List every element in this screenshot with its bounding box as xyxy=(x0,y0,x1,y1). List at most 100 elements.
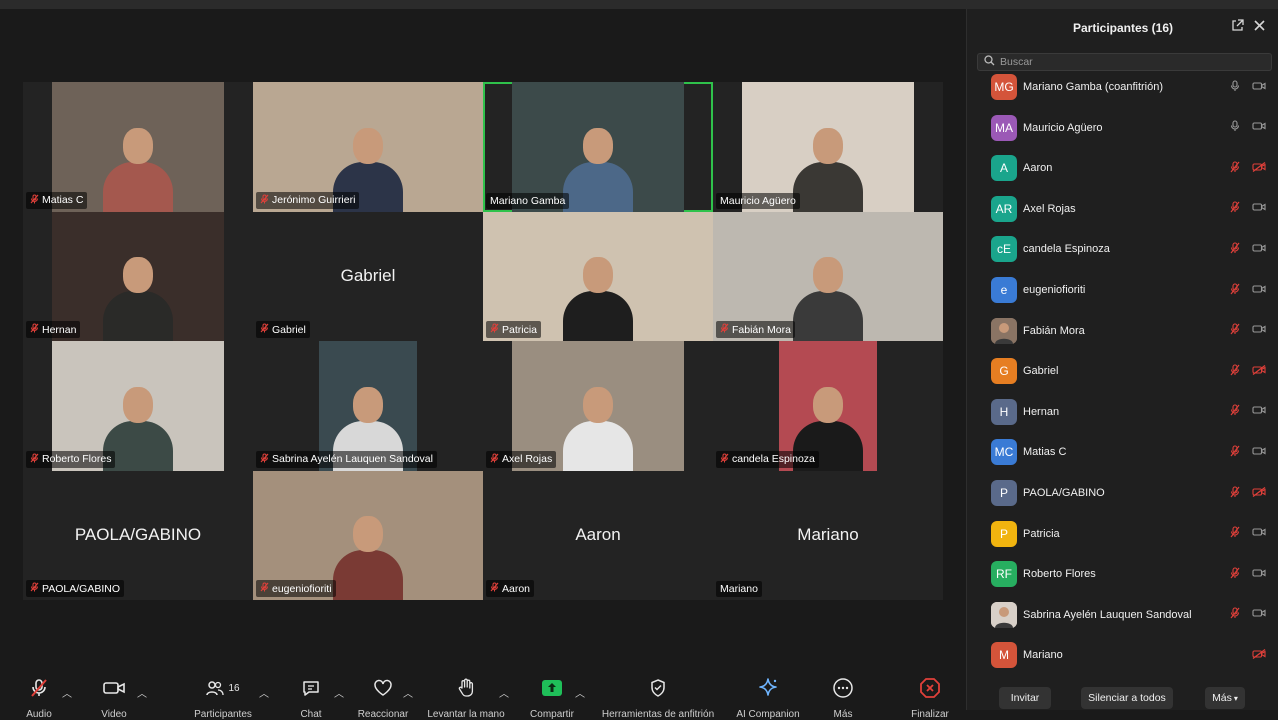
share-button[interactable]: Compartir xyxy=(526,675,578,720)
camera-icon[interactable] xyxy=(1252,202,1266,215)
video-tile[interactable]: Mariano Gamba xyxy=(483,82,713,212)
participant-silhouette xyxy=(563,251,633,341)
video-tile[interactable]: Fabián Mora xyxy=(713,211,943,341)
mic-muted-icon[interactable] xyxy=(1230,323,1240,338)
mic-muted-icon xyxy=(30,453,39,466)
camera-icon[interactable] xyxy=(1252,608,1266,621)
video-tile[interactable]: Axel Rojas xyxy=(483,341,713,471)
video-tile[interactable]: Aaron Aaron xyxy=(483,470,713,600)
mic-muted-icon[interactable] xyxy=(1230,242,1240,257)
raise-hand-button[interactable]: Levantar la mano xyxy=(422,675,510,720)
tile-name-text: PAOLA/GABINO xyxy=(42,582,120,595)
participant-silhouette xyxy=(793,251,863,341)
participants-button[interactable]: 16 Participantes xyxy=(190,675,256,720)
audio-options-caret-icon[interactable]: ︿ xyxy=(62,685,72,700)
participant-row[interactable]: P PAOLA/GABINO xyxy=(967,473,1278,513)
close-icon[interactable] xyxy=(1253,19,1266,35)
more-button[interactable]: Más xyxy=(830,675,856,720)
video-tile[interactable]: Mauricio Agüero xyxy=(713,82,943,212)
video-tile[interactable]: candela Espinoza xyxy=(713,341,943,471)
ai-companion-button[interactable]: AI Companion xyxy=(732,675,804,720)
participant-row[interactable]: RF Roberto Flores xyxy=(967,554,1278,594)
participant-name: Patricia xyxy=(1023,527,1060,540)
mic-muted-icon[interactable] xyxy=(1230,364,1240,379)
mic-muted-icon[interactable] xyxy=(1230,201,1240,216)
host-tools-button[interactable]: Herramientas de anfitrión xyxy=(596,675,720,720)
camera-icon[interactable] xyxy=(1252,243,1266,256)
camera-icon[interactable] xyxy=(1252,121,1266,134)
participant-row[interactable]: e eugeniofioriti xyxy=(967,270,1278,310)
mute-all-button[interactable]: Silenciar a todos xyxy=(1081,687,1173,709)
mic-muted-icon xyxy=(29,675,49,701)
end-meeting-button[interactable]: Finalizar xyxy=(906,675,954,720)
mic-muted-icon[interactable] xyxy=(1230,161,1240,176)
participant-row[interactable]: AR Axel Rojas xyxy=(967,189,1278,229)
camera-off-icon[interactable] xyxy=(1252,486,1266,500)
camera-icon[interactable] xyxy=(1252,81,1266,94)
mic-muted-icon xyxy=(260,582,269,595)
participant-row[interactable]: A Aaron xyxy=(967,148,1278,188)
raise-hand-options-caret-icon[interactable]: ︿ xyxy=(499,685,509,700)
camera-icon[interactable] xyxy=(1252,324,1266,337)
video-tile[interactable]: Hernan xyxy=(23,211,253,341)
camera-icon[interactable] xyxy=(1252,446,1266,459)
video-tile[interactable]: Mariano Mariano xyxy=(713,470,943,600)
participant-row[interactable]: MC Matias C xyxy=(967,432,1278,472)
video-tile[interactable]: eugeniofioriti xyxy=(253,470,483,600)
participant-row[interactable]: M Mariano xyxy=(967,635,1278,674)
mic-muted-icon[interactable] xyxy=(1230,282,1240,298)
camera-off-icon[interactable] xyxy=(1252,161,1266,175)
audio-button[interactable]: Audio xyxy=(22,675,56,720)
video-tile[interactable]: Gabriel Gabriel xyxy=(253,211,483,341)
panel-footer: Invitar Silenciar a todos Más ▾ xyxy=(967,685,1278,709)
participant-row[interactable]: G Gabriel xyxy=(967,351,1278,391)
more-dots-icon xyxy=(832,675,854,701)
camera-icon[interactable] xyxy=(1252,568,1266,581)
participant-row[interactable]: H Hernan xyxy=(967,392,1278,432)
participants-options-caret-icon[interactable]: ︿ xyxy=(259,685,269,700)
mic-muted-icon[interactable] xyxy=(1230,607,1240,622)
mic-icon[interactable] xyxy=(1230,120,1240,135)
chat-options-caret-icon[interactable]: ︿ xyxy=(334,685,344,700)
video-tile[interactable]: PAOLA/GABINO PAOLA/GABINO xyxy=(23,470,253,600)
hand-icon xyxy=(457,675,475,701)
participant-row[interactable]: P Patricia xyxy=(967,514,1278,554)
mic-muted-icon[interactable] xyxy=(1230,567,1240,582)
share-options-caret-icon[interactable]: ︿ xyxy=(575,685,585,700)
tile-name-label: Gabriel xyxy=(256,321,310,338)
mic-muted-icon[interactable] xyxy=(1230,404,1240,419)
silhouette-body xyxy=(793,161,863,212)
mic-icon[interactable] xyxy=(1230,79,1240,95)
camera-icon[interactable] xyxy=(1252,527,1266,540)
camera-icon[interactable] xyxy=(1252,405,1266,418)
search-input[interactable]: Buscar xyxy=(977,53,1272,71)
pop-out-icon[interactable] xyxy=(1231,19,1244,35)
invite-button[interactable]: Invitar xyxy=(999,687,1051,709)
participant-row[interactable]: Sabrina Ayelén Lauquen Sandoval xyxy=(967,595,1278,635)
tile-name-label: Aaron xyxy=(486,580,535,597)
participant-row[interactable]: Fabián Mora xyxy=(967,311,1278,351)
mic-muted-icon[interactable] xyxy=(1230,445,1240,460)
video-tile[interactable]: Matias C xyxy=(23,82,253,212)
tile-name-label: Mariano xyxy=(716,581,762,597)
video-tile[interactable]: Jerónimo Guirrieri xyxy=(253,82,483,212)
video-button[interactable]: Video xyxy=(100,675,128,720)
camera-off-icon[interactable] xyxy=(1252,364,1266,378)
participant-row[interactable]: MG Mariano Gamba (coanfitrión) xyxy=(967,74,1278,107)
mic-muted-icon xyxy=(260,194,269,207)
participant-row[interactable]: MA Mauricio Agüero xyxy=(967,108,1278,148)
react-options-caret-icon[interactable]: ︿ xyxy=(403,685,413,700)
avatar: P xyxy=(991,480,1017,506)
mic-muted-icon[interactable] xyxy=(1230,485,1240,501)
video-options-caret-icon[interactable]: ︿ xyxy=(137,685,147,700)
video-tile[interactable]: Roberto Flores xyxy=(23,341,253,471)
camera-off-icon[interactable] xyxy=(1252,648,1266,662)
tile-name-text: Roberto Flores xyxy=(42,453,112,465)
participant-row[interactable]: cE candela Espinoza xyxy=(967,229,1278,269)
more-options-button[interactable]: Más ▾ xyxy=(1205,687,1245,709)
video-tile[interactable]: Patricia xyxy=(483,211,713,341)
chat-button[interactable]: Chat xyxy=(298,675,324,720)
camera-icon[interactable] xyxy=(1252,284,1266,297)
video-tile[interactable]: Sabrina Ayelén Lauquen Sandoval xyxy=(253,341,483,471)
mic-muted-icon[interactable] xyxy=(1230,526,1240,541)
